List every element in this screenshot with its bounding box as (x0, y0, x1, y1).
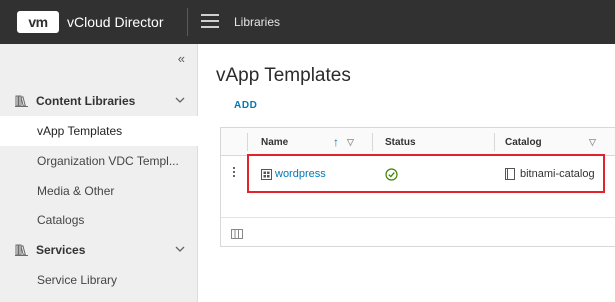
library-icon (15, 244, 29, 256)
sidebar-item-label: Content Libraries (36, 94, 136, 108)
chevron-down-icon[interactable] (174, 94, 186, 106)
nav-title: Libraries (234, 15, 281, 29)
sidebar-item-label: Organization VDC Templ... (37, 154, 179, 168)
sidebar-item-service-library[interactable]: Service Library (0, 265, 198, 295)
column-label: Status (385, 136, 416, 148)
column-label: Catalog (505, 136, 542, 148)
header-divider (187, 8, 188, 36)
app-title[interactable]: vCloud Director (67, 14, 163, 30)
library-icon (15, 95, 29, 107)
column-separator (247, 133, 248, 151)
column-separator (494, 133, 495, 151)
sidebar-item-label: Media & Other (37, 184, 115, 198)
column-header-name[interactable]: Name ↑ ▽ (261, 128, 371, 156)
sidebar: « Content Libraries vApp Templates Organ… (0, 44, 198, 302)
sidebar-item-catalogs[interactable]: Catalogs (0, 205, 198, 235)
sidebar-item-content-libraries[interactable]: Content Libraries (0, 86, 198, 116)
sort-ascending-icon[interactable]: ↑ (333, 135, 339, 149)
chevron-down-icon[interactable] (174, 243, 186, 255)
annotation-highlight-box (247, 154, 605, 193)
column-header-catalog[interactable]: Catalog ▽ (505, 128, 605, 156)
vmware-logo[interactable]: vm (17, 11, 59, 33)
logo-text: vm (28, 14, 48, 30)
sidebar-item-label: vApp Templates (37, 124, 123, 138)
datagrid-header: Name ↑ ▽ Status Catalog ▽ (221, 128, 615, 156)
sidebar-item-vapp-templates[interactable]: vApp Templates (0, 116, 198, 146)
filter-icon[interactable]: ▽ (347, 137, 354, 148)
sidebar-item-label: Services (36, 243, 86, 257)
top-header: vm vCloud Director Libraries (0, 0, 615, 44)
row-actions-icon[interactable] (231, 166, 237, 180)
sidebar-item-services[interactable]: Services (0, 235, 198, 265)
sidebar-item-org-vdc-templates[interactable]: Organization VDC Templ... (0, 146, 198, 176)
sidebar-item-label: Catalogs (37, 213, 85, 227)
column-header-status[interactable]: Status (385, 128, 485, 156)
column-toggle-icon[interactable] (231, 226, 243, 239)
column-separator (372, 133, 373, 151)
sidebar-item-label: Service Library (37, 273, 118, 287)
filter-icon[interactable]: ▽ (589, 137, 596, 148)
collapse-sidebar-icon[interactable]: « (178, 51, 185, 66)
page-title: vApp Templates (216, 65, 351, 86)
add-button[interactable]: ADD (234, 100, 257, 111)
sidebar-item-media-other[interactable]: Media & Other (0, 176, 198, 206)
hamburger-menu-icon[interactable] (201, 14, 219, 30)
column-label: Name (261, 136, 289, 148)
